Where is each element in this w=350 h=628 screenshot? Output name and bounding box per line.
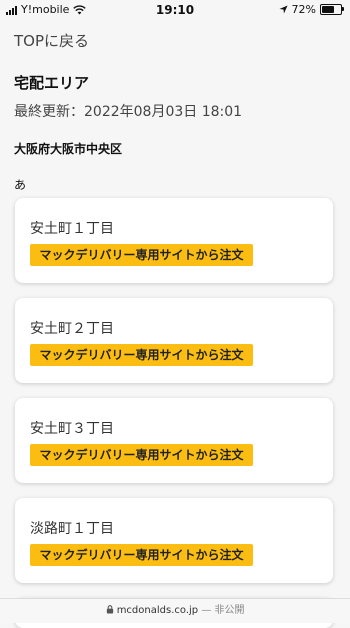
- order-delivery-button[interactable]: マックデリバリー専用サイトから注文: [30, 244, 253, 266]
- district-heading: 大阪府大阪市中央区: [14, 142, 123, 156]
- page-title: 宅配エリア: [14, 74, 90, 92]
- status-bar: Y!mobile 19:10 72%: [0, 0, 350, 20]
- area-name: 安土町２丁目: [30, 321, 114, 337]
- area-card: 淡路町１丁目 マックデリバリー専用サイトから注文: [15, 498, 333, 583]
- area-name: 淡路町１丁目: [30, 521, 114, 537]
- battery-level: [322, 6, 334, 13]
- order-delivery-button[interactable]: マックデリバリー専用サイトから注文: [30, 544, 253, 566]
- order-delivery-button[interactable]: マックデリバリー専用サイトから注文: [30, 444, 253, 466]
- lock-icon: [106, 605, 113, 614]
- url-domain: mcdonalds.co.jp: [116, 605, 199, 616]
- area-card: 安土町３丁目 マックデリバリー専用サイトから注文: [15, 398, 333, 483]
- url-privacy-label: — 非公開: [201, 605, 245, 616]
- battery-percent: 72%: [291, 3, 316, 16]
- area-card: 安土町２丁目 マックデリバリー専用サイトから注文: [15, 298, 333, 383]
- area-name: 安土町３丁目: [30, 421, 114, 437]
- last-updated: 最終更新：2022年08月03日 18:01: [14, 104, 243, 120]
- battery-icon: [320, 4, 344, 15]
- status-right: 72%: [278, 3, 344, 16]
- url-bar[interactable]: mcdonalds.co.jp — 非公開: [0, 598, 350, 623]
- area-name: 安土町１丁目: [30, 221, 114, 237]
- location-arrow-icon: [278, 5, 288, 14]
- order-delivery-button[interactable]: マックデリバリー専用サイトから注文: [30, 344, 253, 366]
- back-to-top-link[interactable]: TOPに戻る: [14, 30, 89, 51]
- kana-heading: あ: [14, 178, 27, 192]
- area-card: 安土町１丁目 マックデリバリー専用サイトから注文: [15, 198, 333, 283]
